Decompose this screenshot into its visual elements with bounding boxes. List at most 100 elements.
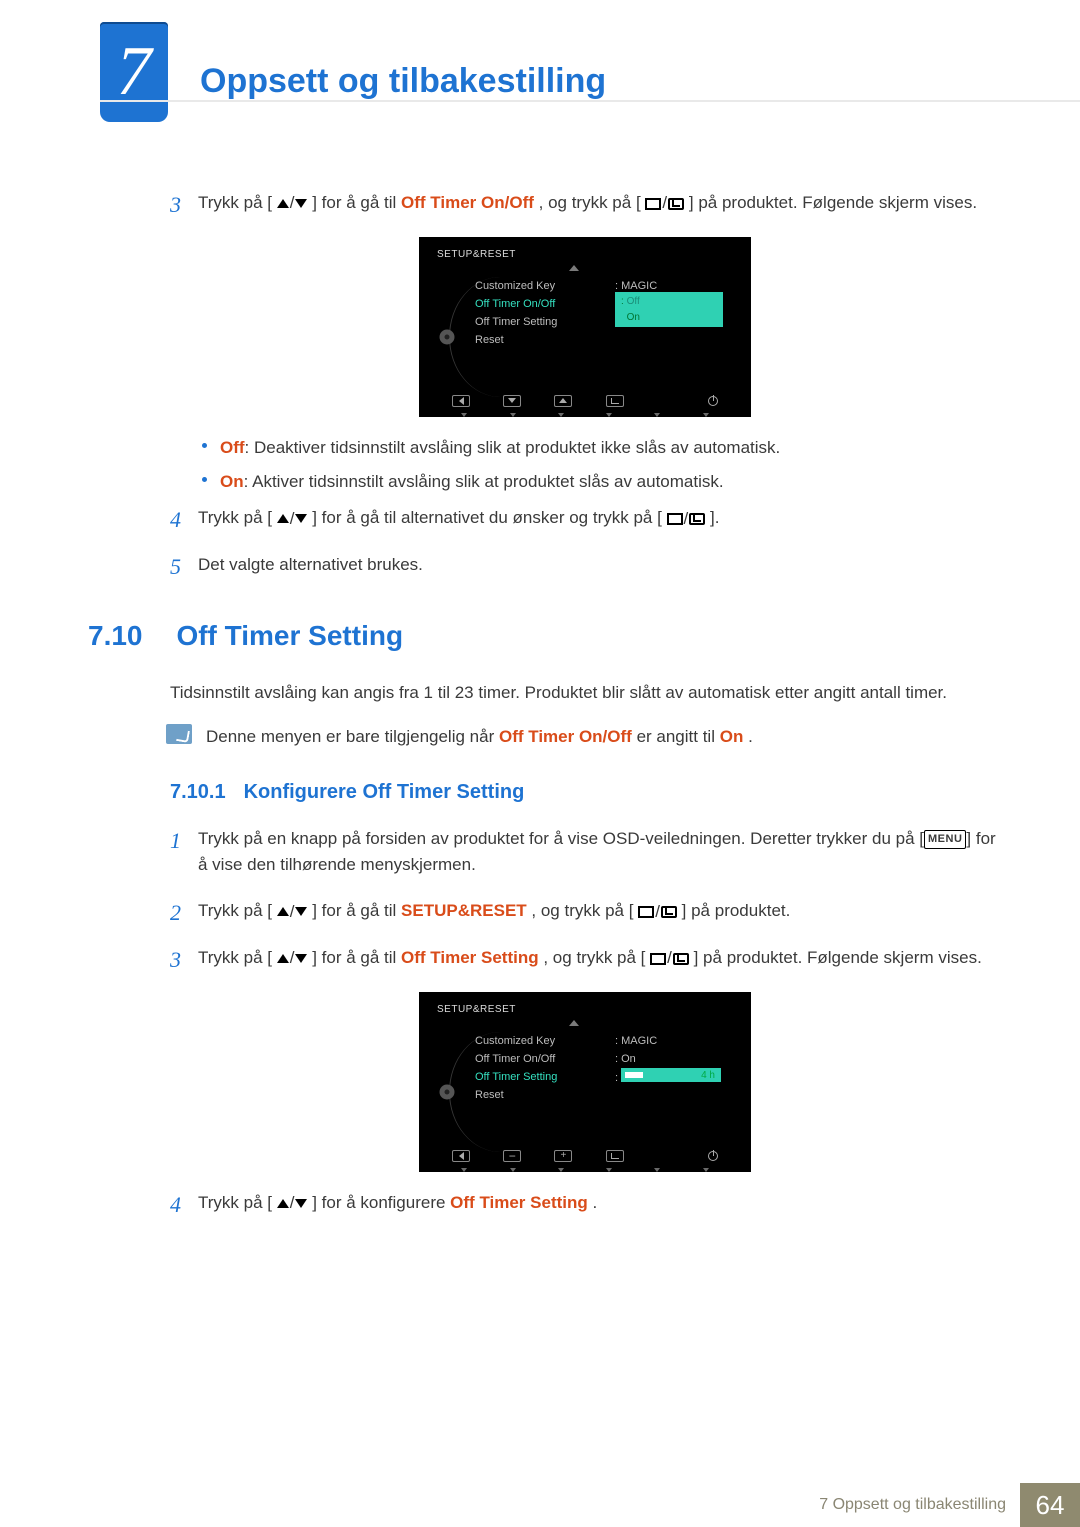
osd-title: SETUP&RESET	[437, 1002, 516, 1018]
substep-2: 2 Trykk på [ / ] for å gå til SETUP&RESE…	[170, 898, 1000, 925]
osd-btn-left-icon	[452, 1150, 470, 1162]
step-number: 5	[170, 550, 181, 584]
off-timer-onoff-label: Off Timer On/Off	[401, 193, 534, 212]
osd-slider: 4 h	[621, 1068, 721, 1082]
osd-power-icon	[708, 396, 718, 406]
osd-menu-item: Reset	[475, 331, 595, 349]
rect-enter-icon: /	[650, 945, 689, 971]
off-timer-setting-label: Off Timer Setting	[401, 948, 539, 967]
osd-screenshot-1: SETUP&RESET Customized Key Off Timer On/…	[419, 237, 751, 417]
substep-1: 1 Trykk på en knapp på forsiden av produ…	[170, 826, 1000, 879]
osd-btn-plus-icon: +	[554, 1150, 572, 1162]
on-text: : Aktiver tidsinnstilt avslåing slik at …	[244, 472, 724, 491]
step-3: 3 Trykk på [ / ] for å gå til Off Timer …	[170, 190, 1000, 217]
text: Trykk på en knapp på forsiden av produkt…	[198, 829, 924, 848]
off-timer-setting-label: Off Timer Setting	[450, 1193, 588, 1212]
step-number: 4	[170, 1188, 181, 1222]
text: ] for å konfigurere	[312, 1193, 450, 1212]
step-number: 1	[170, 824, 181, 858]
up-arrow-icon	[569, 265, 579, 271]
rect-enter-icon: /	[645, 190, 684, 216]
osd-btn-down-icon	[503, 395, 521, 407]
osd-menu-item-active: Off Timer Setting	[475, 1068, 595, 1086]
gear-icon	[437, 1082, 457, 1102]
chapter-number-badge: 7	[100, 22, 168, 122]
page-header: 7 Oppsett og tilbakestilling	[0, 22, 1080, 100]
on-label: On	[220, 472, 244, 491]
osd-colon: :	[615, 1070, 618, 1087]
option-on-text: On	[627, 312, 640, 323]
osd-value: : On	[615, 1050, 735, 1068]
bullet-on: On: Aktiver tidsinnstilt avslåing slik a…	[198, 469, 1000, 495]
text: , og trykk på [	[543, 948, 645, 967]
osd-menu-column: Customized Key Off Timer On/Off Off Time…	[475, 277, 595, 349]
bullet-list: Off: Deaktiver tidsinnstilt avslåing sli…	[198, 435, 1000, 496]
text: ] for å gå til alternativet du ønsker og…	[312, 508, 662, 527]
osd-btn-left-icon	[452, 395, 470, 407]
step-number: 3	[170, 188, 181, 222]
footer-label: 7 Oppsett og tilbakestilling	[819, 1496, 1020, 1514]
text: , og trykk på [	[539, 193, 641, 212]
up-down-icon: /	[277, 506, 308, 532]
osd-button-row: − +	[419, 1146, 751, 1166]
osd-screenshot-2: SETUP&RESET Customized Key Off Timer On/…	[419, 992, 751, 1172]
up-down-icon: /	[277, 899, 308, 925]
text: Trykk på [	[198, 901, 272, 920]
osd-tick-row	[419, 413, 751, 417]
osd-btn-spacer	[657, 1150, 675, 1162]
off-label: Off	[220, 438, 245, 457]
osd-option-on: On	[615, 308, 723, 328]
osd-slider-value: 4 h	[701, 1068, 715, 1084]
osd-btn-spacer	[657, 395, 675, 407]
osd-menu-item: Reset	[475, 1086, 595, 1104]
substep-4: 4 Trykk på [ / ] for å konfigurere Off T…	[170, 1190, 1000, 1217]
section-title: Off Timer Setting	[176, 620, 403, 651]
step-5: 5 Det valgte alternativet brukes.	[170, 552, 1000, 578]
text: ] for å gå til	[312, 901, 401, 920]
text: Trykk på [	[198, 193, 272, 212]
gear-icon	[437, 327, 457, 347]
section-number: 7.10	[88, 620, 172, 652]
subsection-title: Konfigurere Off Timer Setting	[244, 781, 525, 803]
step-number: 2	[170, 896, 181, 930]
osd-menu-item-active: Off Timer On/Off	[475, 295, 595, 313]
text: ] for å gå til	[312, 193, 401, 212]
osd-title: SETUP&RESET	[437, 247, 516, 263]
osd-menu-item: Off Timer Setting	[475, 313, 595, 331]
text: ].	[710, 508, 719, 527]
section-7-10-body: Tidsinnstilt avslåing kan angis fra 1 ti…	[170, 680, 1000, 1236]
text: Trykk på [	[198, 948, 272, 967]
rect-enter-icon: /	[667, 506, 706, 532]
section-intro: Tidsinnstilt avslåing kan angis fra 1 ti…	[170, 680, 1000, 706]
step-4: 4 Trykk på [ / ] for å gå til alternativ…	[170, 505, 1000, 532]
note-bold: On	[720, 727, 744, 746]
note-icon	[166, 724, 192, 744]
text: .	[593, 1193, 598, 1212]
subsection-number: 7.10.1	[170, 777, 238, 808]
osd-value: : MAGIC	[615, 1032, 735, 1050]
osd-menu-column: Customized Key Off Timer On/Off Off Time…	[475, 1032, 595, 1104]
text: Det valgte alternativet brukes.	[198, 555, 423, 574]
chapter-number: 7	[117, 32, 152, 112]
up-down-icon: /	[277, 1190, 308, 1216]
osd-menu-item: Customized Key	[475, 1032, 595, 1050]
osd-btn-up-icon	[554, 395, 572, 407]
note-text: er angitt til	[637, 727, 720, 746]
up-down-icon: /	[277, 190, 308, 216]
osd-value-column: : MAGIC : On	[615, 1032, 735, 1068]
page-footer: 7 Oppsett og tilbakestilling 64	[0, 1483, 1080, 1527]
osd-btn-enter-icon	[606, 395, 624, 407]
content-area: 3 Trykk på [ / ] for å gå til Off Timer …	[170, 190, 1000, 598]
note-row: Denne menyen er bare tilgjengelig når Of…	[170, 724, 1000, 750]
up-arrow-icon	[569, 1020, 579, 1026]
osd-tick-row	[419, 1168, 751, 1172]
text: ] for å gå til	[312, 948, 401, 967]
osd-power-icon	[708, 1151, 718, 1161]
text: , og trykk på [	[531, 901, 633, 920]
subsection-7-10-1-heading: 7.10.1 Konfigurere Off Timer Setting	[170, 777, 1000, 808]
substep-3: 3 Trykk på [ / ] for å gå til Off Timer …	[170, 945, 1000, 972]
osd-btn-minus-icon: −	[503, 1150, 521, 1162]
note-bold: Off Timer On/Off	[499, 727, 632, 746]
page-number: 64	[1020, 1483, 1080, 1527]
osd-button-row	[419, 391, 751, 411]
